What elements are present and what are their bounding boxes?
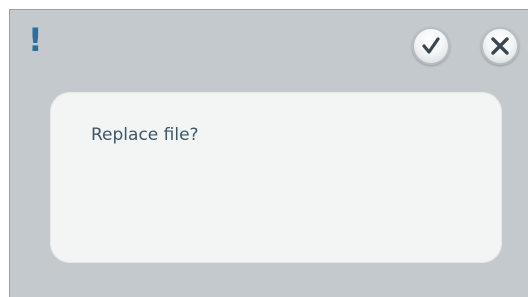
confirm-button[interactable] <box>412 27 450 65</box>
dialog-message: Replace file? <box>91 125 199 145</box>
close-x-icon <box>491 37 509 55</box>
replace-file-dialog: ! Replace file? <box>9 9 528 297</box>
message-panel: Replace file? <box>50 92 502 263</box>
close-button[interactable] <box>481 27 519 65</box>
exclamation-icon: ! <box>28 21 43 59</box>
checkmark-icon <box>422 37 440 54</box>
